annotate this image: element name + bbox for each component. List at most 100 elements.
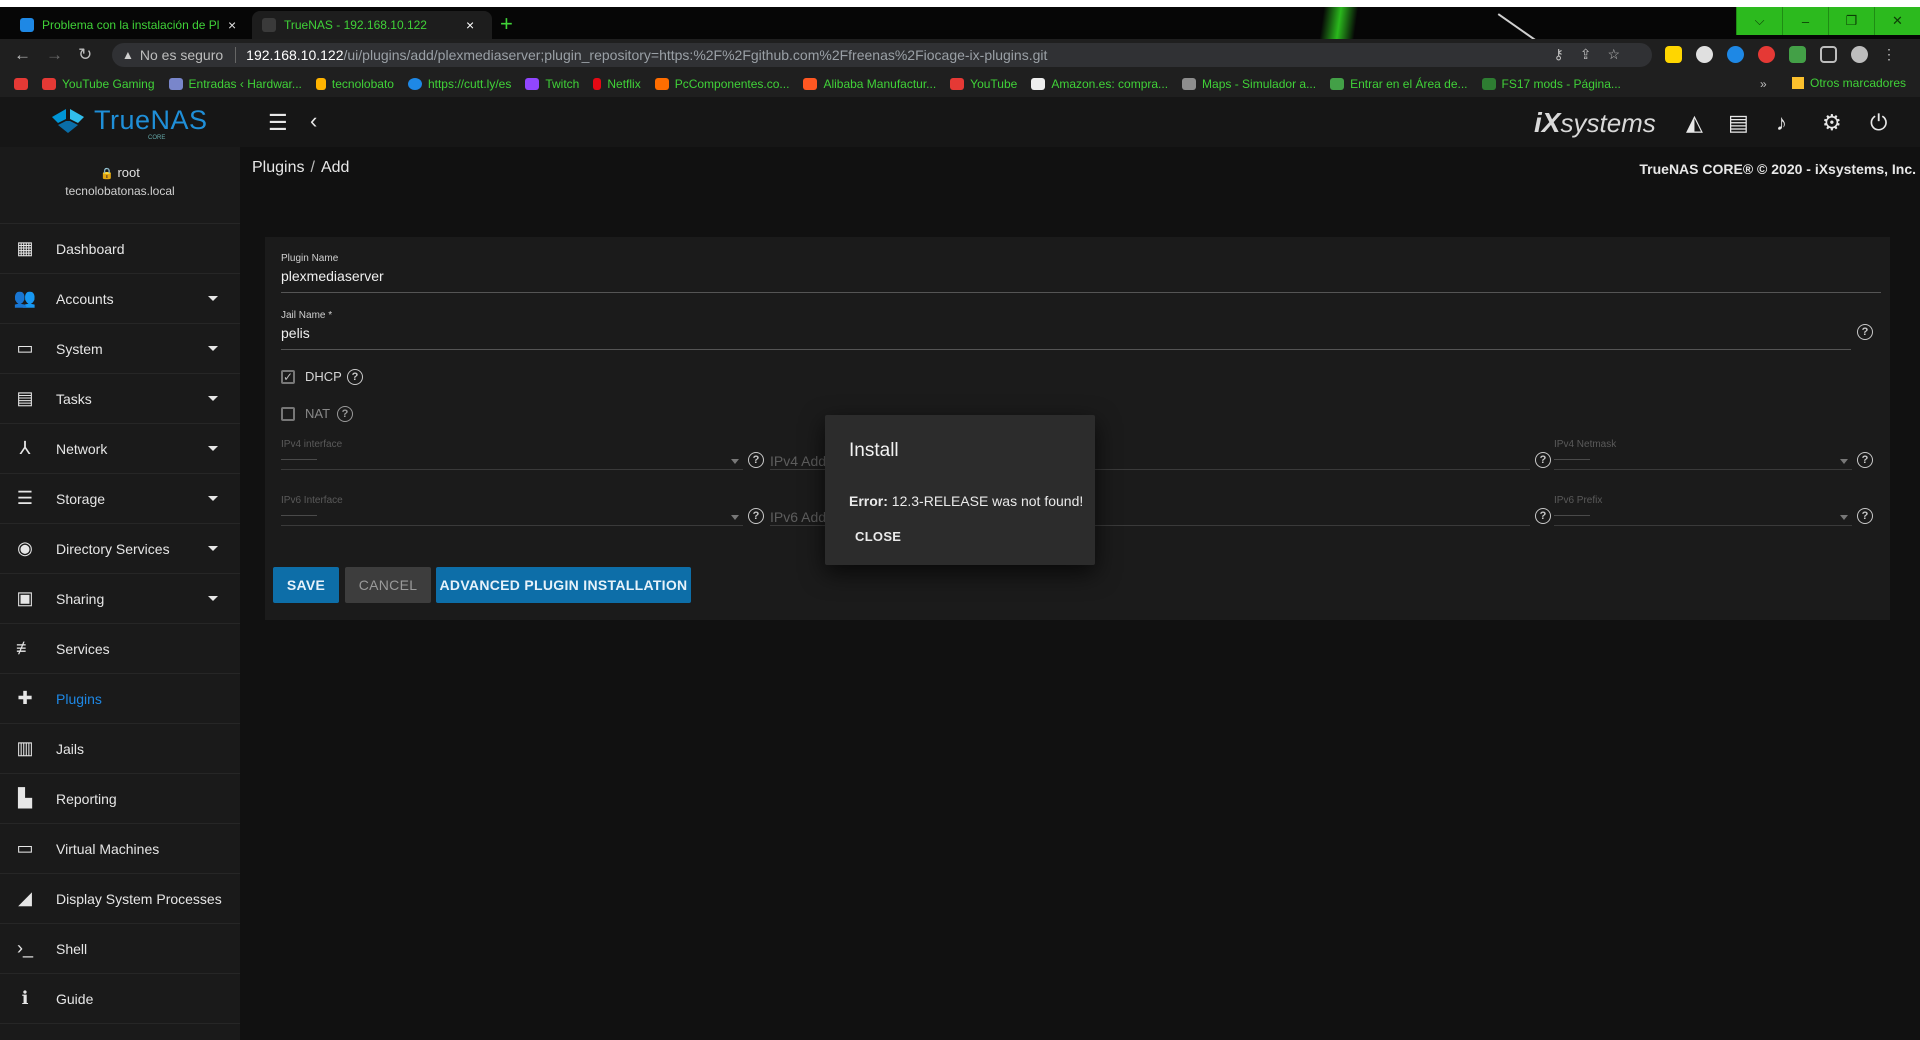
new-tab-button[interactable]: + bbox=[500, 11, 513, 37]
help-icon[interactable]: ? bbox=[1857, 324, 1873, 340]
breadcrumb-plugins[interactable]: Plugins bbox=[252, 159, 304, 176]
divider bbox=[235, 47, 237, 63]
help-icon[interactable]: ? bbox=[1535, 452, 1551, 468]
chevron-down-icon[interactable] bbox=[1840, 515, 1848, 520]
truecommand-icon[interactable]: ◭ bbox=[1686, 110, 1703, 136]
chevron-down-icon[interactable] bbox=[1840, 459, 1848, 464]
nat-checkbox[interactable] bbox=[281, 407, 295, 421]
sidebar-item-storage[interactable]: ☰ Storage bbox=[0, 474, 240, 524]
bookmark-item[interactable]: Entrar en el Área de... bbox=[1330, 77, 1468, 91]
reload-icon[interactable]: ↻ bbox=[78, 45, 92, 65]
sidebar-item-system[interactable]: ▭ System bbox=[0, 324, 240, 374]
other-bookmarks[interactable]: Otros marcadores bbox=[1792, 76, 1906, 90]
bookmark-label: Amazon.es: compra... bbox=[1051, 77, 1169, 91]
caret-down-icon[interactable] bbox=[208, 446, 218, 451]
bookmark-item[interactable]: Entradas ‹ Hardwar... bbox=[168, 77, 302, 91]
share-icon[interactable]: ⇪ bbox=[1580, 46, 1592, 63]
sidebar-item-virtual-machines[interactable]: ▭ Virtual Machines bbox=[0, 824, 240, 874]
help-icon[interactable]: ? bbox=[748, 452, 764, 468]
help-icon[interactable]: ? bbox=[1535, 508, 1551, 524]
extension-icon[interactable] bbox=[1665, 46, 1682, 63]
tab-search-icon[interactable]: ⌵ bbox=[1736, 7, 1782, 35]
bookmark-item[interactable]: Maps - Simulador a... bbox=[1182, 77, 1316, 91]
sidebar-item-tasks[interactable]: ▤ Tasks bbox=[0, 374, 240, 424]
menu-kebab-icon[interactable]: ⋮ bbox=[1882, 46, 1896, 63]
sidebar-item-reporting[interactable]: ▙ Reporting bbox=[0, 774, 240, 824]
puzzle-icon[interactable] bbox=[1789, 46, 1806, 63]
sidebar-item-plugins[interactable]: ✚ Plugins bbox=[0, 674, 240, 724]
sidebar-item-jails[interactable]: ▥ Jails bbox=[0, 724, 240, 774]
dhcp-checkbox[interactable]: ✓ bbox=[281, 370, 295, 384]
more-bookmarks-icon[interactable]: » bbox=[1760, 77, 1767, 91]
bookmark-item[interactable]: Alibaba Manufactur... bbox=[803, 77, 936, 91]
caret-down-icon[interactable] bbox=[208, 296, 218, 301]
help-icon[interactable]: ? bbox=[748, 508, 764, 524]
bookmark-item[interactable]: Amazon.es: compra... bbox=[1031, 77, 1168, 91]
bookmark-item[interactable]: tecnolobato bbox=[315, 77, 394, 91]
browser-tab-truenas[interactable]: TrueNAS - 192.168.10.122 × bbox=[252, 11, 492, 39]
bookmark-item[interactable]: YouTube Gaming bbox=[42, 77, 155, 91]
gear-icon[interactable]: ⚙ bbox=[1822, 110, 1842, 136]
close-tab-icon[interactable]: × bbox=[228, 17, 236, 33]
caret-down-icon[interactable] bbox=[208, 346, 218, 351]
chevron-left-icon[interactable]: ‹ bbox=[310, 108, 317, 134]
extension-icon[interactable] bbox=[1696, 46, 1713, 63]
bookmark-item[interactable]: https://cutt.ly/es bbox=[407, 77, 511, 91]
sidebar-item-shell[interactable]: ›_ Shell bbox=[0, 924, 240, 974]
caret-down-icon[interactable] bbox=[208, 546, 218, 551]
sidebar-item-accounts[interactable]: 👥 Accounts bbox=[0, 274, 240, 324]
power-icon[interactable]: ⏻ bbox=[1870, 110, 1887, 136]
bookmark-item[interactable]: Netflix bbox=[593, 77, 641, 91]
close-tab-icon[interactable]: × bbox=[466, 17, 474, 33]
address-bar[interactable]: ▲ No es seguro 192.168.10.122 /ui/plugin… bbox=[112, 43, 1652, 67]
save-button[interactable]: SAVE bbox=[273, 567, 339, 603]
close-button[interactable]: CLOSE bbox=[855, 529, 901, 544]
bookmark-item[interactable]: PcComponentes.co... bbox=[654, 77, 789, 91]
browser-tab-forum[interactable]: Problema con la instalación de Pl × bbox=[10, 11, 246, 39]
advanced-plugin-installation-button[interactable]: ADVANCED PLUGIN INSTALLATION bbox=[436, 567, 691, 603]
star-icon[interactable]: ☆ bbox=[1607, 46, 1620, 63]
caret-down-icon[interactable] bbox=[208, 596, 218, 601]
cancel-button[interactable]: CANCEL bbox=[345, 567, 431, 603]
bookmark-item[interactable]: YouTube bbox=[950, 77, 1017, 91]
bell-icon[interactable]: ♪ bbox=[1776, 110, 1787, 136]
caret-down-icon[interactable] bbox=[208, 496, 218, 501]
username: root bbox=[117, 165, 140, 180]
chevron-down-icon[interactable] bbox=[731, 459, 739, 464]
restore-icon[interactable]: ❐ bbox=[1828, 7, 1874, 35]
close-window-icon[interactable]: ✕ bbox=[1874, 7, 1920, 35]
sidepanel-icon[interactable] bbox=[1820, 46, 1837, 63]
back-icon[interactable]: ← bbox=[14, 45, 31, 65]
sidebar-item-services[interactable]: ≢ Services bbox=[0, 624, 240, 674]
sidebar-item-directory-services[interactable]: ◉ Directory Services bbox=[0, 524, 240, 574]
caret-down-icon[interactable] bbox=[208, 396, 218, 401]
jail-name-field[interactable]: Jail Name * pelis bbox=[281, 310, 1851, 350]
clipboard-icon[interactable]: ▤ bbox=[1728, 110, 1749, 136]
key-icon[interactable]: ⚷ bbox=[1553, 46, 1563, 63]
bookmark-item[interactable] bbox=[14, 78, 28, 90]
truenas-logo[interactable]: TrueNAS CORE bbox=[50, 105, 208, 141]
bookmark-item[interactable]: Twitch bbox=[525, 77, 579, 91]
extension-icon[interactable] bbox=[1727, 46, 1744, 63]
help-icon[interactable]: ? bbox=[1857, 452, 1873, 468]
forward-icon[interactable]: → bbox=[46, 45, 63, 65]
ixsystems-logo[interactable]: iXsystems bbox=[1534, 107, 1656, 139]
bookmark-item[interactable]: FS17 mods - Página... bbox=[1481, 77, 1621, 91]
sidebar-item-network[interactable]: ⅄ Network bbox=[0, 424, 240, 474]
help-icon[interactable]: ? bbox=[337, 406, 353, 422]
ipv6-address-input[interactable]: IPv6 Add bbox=[770, 509, 826, 525]
help-icon[interactable]: ? bbox=[347, 369, 363, 385]
tab-title: Problema con la instalación de Pl bbox=[42, 18, 220, 32]
plugin-name-field[interactable]: Plugin Name plexmediaserver bbox=[281, 253, 1881, 293]
sidebar-item-dashboard[interactable]: ▦ Dashboard bbox=[0, 224, 240, 274]
sidebar-item-sharing[interactable]: ▣ Sharing bbox=[0, 574, 240, 624]
hostname: tecnolobatonas.local bbox=[65, 184, 175, 198]
sidebar-item-guide[interactable]: ℹ Guide bbox=[0, 974, 240, 1024]
minimize-icon[interactable]: – bbox=[1782, 7, 1828, 35]
help-icon[interactable]: ? bbox=[1857, 508, 1873, 524]
chevron-down-icon[interactable] bbox=[731, 515, 739, 520]
extension-icon[interactable] bbox=[1758, 46, 1775, 63]
menu-icon[interactable]: ☰ bbox=[268, 110, 288, 136]
sidebar-item-display-system-processes[interactable]: ◢ Display System Processes bbox=[0, 874, 240, 924]
profile-avatar-icon[interactable] bbox=[1851, 46, 1868, 63]
